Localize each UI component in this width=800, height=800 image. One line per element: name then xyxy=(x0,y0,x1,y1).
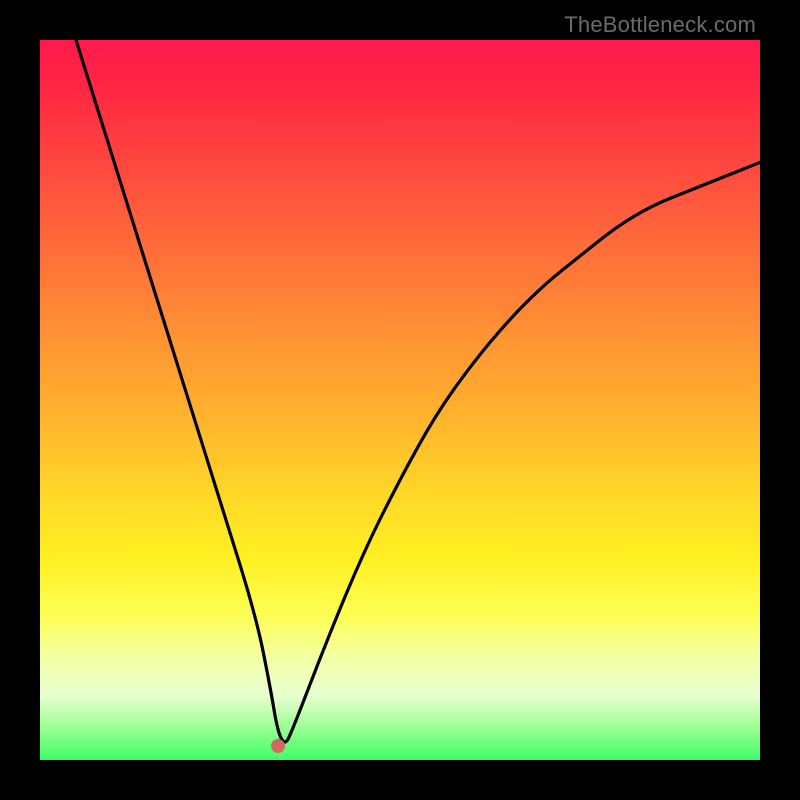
plot-area xyxy=(40,40,760,760)
bottleneck-curve xyxy=(40,40,760,760)
chart-frame: TheBottleneck.com xyxy=(0,0,800,800)
watermark-text: TheBottleneck.com xyxy=(564,12,756,38)
bottleneck-minimum-marker xyxy=(271,739,285,753)
